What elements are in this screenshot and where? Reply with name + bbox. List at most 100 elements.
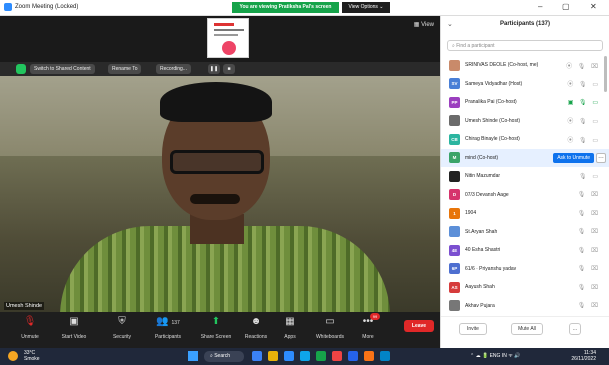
rename-button[interactable]: Rename To [108,64,142,74]
participant-name: SRINIVAS DEOLE (Co-host, me) [465,62,539,69]
file-explorer-icon[interactable] [268,351,278,361]
status-icons: ⦿ 🎙 ▭ [567,82,600,89]
pause-recording-icon[interactable]: ❚❚ [208,64,220,74]
status-icons: ⦿ 🎙 ▭ [567,137,600,144]
leave-button[interactable]: Leave [404,320,434,332]
edge-icon[interactable] [300,351,310,361]
participant-avatar: M [449,152,460,164]
weather-icon[interactable] [8,351,18,361]
chrome-icon[interactable] [332,351,342,361]
participant-avatar: AS [449,281,460,293]
app-icon-2[interactable] [380,351,390,361]
taskbar-clock[interactable]: 11:34 26/11/2022 [566,350,596,362]
participant-search-input[interactable]: ⌕ Find a participant [447,40,603,51]
speaker-name-tag: Umesh Shinde [4,302,45,310]
participant-name: 40 Esha Shastri [465,247,501,254]
whiteboard-icon: ▭ [325,316,335,327]
invite-button[interactable]: Invite [459,323,487,335]
mute-all-button[interactable]: Mute All [511,323,543,335]
security-button[interactable]: ⛨ Security [102,315,142,340]
status-icons: ⦿ 🎙 ▭ [567,119,600,126]
apps-button[interactable]: ▦ Apps [270,315,310,340]
participant-photo-avatar [449,300,460,312]
participant-row[interactable]: 1 1904 🎙 ⌧ [441,204,609,223]
system-tray[interactable]: ⌃ ☁ 🔋 ENG IN ᯤ 🔊 [470,353,520,359]
more-icon: ••• [362,316,374,327]
participant-name: 1904 [465,210,477,217]
participant-avatar: SV [449,78,460,90]
windows-taskbar: 33°C Smoke ⌕ Search ⌃ ☁ 🔋 ENG IN ᯤ 🔊 11:… [0,348,609,365]
shared-screen-area: ▦ View [0,16,440,62]
participant-more-icon[interactable]: … [596,152,606,163]
participant-row[interactable]: Nitin Mazumdar 🎙 ▭ [441,167,609,186]
participants-panel: ⌄ Participants (137) ⌕ Find a participan… [440,16,609,348]
status-icons: ▣ 🎙 ▭ [567,99,600,106]
whiteboards-button[interactable]: ▭ Whiteboards [310,315,350,340]
mail-icon[interactable] [348,351,358,361]
mic-muted-icon: 🎙 ⌧ [577,284,600,291]
participant-name: 61/6 · Priyanshu yadav [465,265,517,272]
participant-name: St.Aryan Shah [465,228,498,235]
share-toolbar-strip: Switch to Shared Content Rename To Recor… [0,62,440,76]
participant-photo-avatar [449,170,460,182]
zoom-taskbar-icon[interactable] [284,351,294,361]
windows-start-icon[interactable] [188,351,198,361]
participant-name: Chirag Binayle (Co-host) [465,136,520,143]
task-view-icon[interactable] [252,351,262,361]
participant-avatar: PP [449,96,460,108]
viewing-banner: You are viewing Pratiksha Pal's screen [232,2,339,13]
weather-widget[interactable]: 33°C Smoke [24,350,40,362]
mic-muted-icon: 🎙 ⌧ [577,247,600,254]
participant-row[interactable]: SV Sameya Vidyadhar (Host) ⦿ 🎙 ▭ [441,75,609,94]
shared-screen-thumbnail[interactable] [207,18,249,58]
search-icon: ⌕ [452,43,455,49]
participant-row[interactable]: CB Chirag Binayle (Co-host) ⦿ 🎙 ▭ [441,130,609,149]
participant-photo-avatar [449,115,460,127]
app-title: Zoom Meeting (Locked) [4,3,78,11]
taskbar-search[interactable]: ⌕ Search [204,351,244,362]
participant-row[interactable]: Umesh Shinde (Co-host) ⦿ 🎙 ▭ [441,112,609,131]
share-screen-icon: ⬆ [211,316,221,327]
start-video-button[interactable]: ▣ Start Video [54,315,94,340]
person-glasses [170,150,264,174]
participants-icon: 👥 137 [156,316,180,327]
app-icon[interactable] [364,351,374,361]
zoom-logo-icon [4,3,12,11]
ask-to-unmute-button[interactable]: Ask to Unmute [553,152,594,163]
shield-icon[interactable] [16,64,26,74]
participant-name: Akhav Pujara [465,302,495,309]
participants-button[interactable]: 👥 137 Participants [148,315,188,340]
panel-more-button[interactable]: ... [569,323,581,335]
participant-name: Pranalika Pai (Co-host) [465,99,517,106]
mic-muted-icon: 🎙 ⌧ [577,210,600,217]
maximize-button[interactable]: ▢ [562,2,570,11]
share-screen-button[interactable]: ⬆ Share Screen [196,315,236,340]
switch-to-shared-content-button[interactable]: Switch to Shared Content [30,64,95,74]
participant-avatar: 6P [449,263,460,275]
mic-muted-icon: 🎙 ⌧ [577,303,600,310]
recording-indicator[interactable]: Recording... [156,64,191,74]
participant-row[interactable]: Mmind (Co-host) Ask to Unmute… [441,148,609,167]
mic-muted-icon: 🎙 ⌧ [577,266,600,273]
panel-scrollbar[interactable] [604,56,607,92]
participant-row[interactable]: SRINIVAS DEOLE (Co-host, me) ⦿ 🎙 ⌧ [441,56,609,75]
participant-row[interactable]: PP Pranalika Pai (Co-host) ▣ 🎙 ▭ [441,93,609,112]
participant-row[interactable]: 6P 61/6 · Priyanshu yadav 🎙 ⌧ [441,260,609,279]
participant-row[interactable]: St.Aryan Shah 🎙 ⌧ [441,223,609,242]
app-title-text: Zoom Meeting (Locked) [15,4,79,10]
minimize-button[interactable]: – [538,2,542,11]
store-icon[interactable] [316,351,326,361]
title-bar: Zoom Meeting (Locked) You are viewing Pr… [0,0,609,16]
unmute-button[interactable]: 🎙 Unmute [10,315,50,340]
more-button[interactable]: ••• 99 More [348,313,388,340]
stop-recording-icon[interactable]: ■ [223,64,235,74]
participant-name: 07/3 Devansh Aage [465,191,509,198]
participant-row[interactable]: D 07/3 Devansh Aage 🎙 ⌧ [441,186,609,205]
view-button[interactable]: ▦ View [414,21,434,28]
video-off-icon: ▣ [69,316,79,327]
participant-row[interactable]: AS Aayush Shah 🎙 ⌧ [441,278,609,297]
participant-row[interactable]: 4E 40 Esha Shastri 🎙 ⌧ [441,241,609,260]
close-button[interactable]: ✕ [590,2,597,11]
view-options-button[interactable]: View Options ⌄ [342,2,390,13]
participant-row[interactable]: Akhav Pujara 🎙 ⌧ [441,297,609,316]
